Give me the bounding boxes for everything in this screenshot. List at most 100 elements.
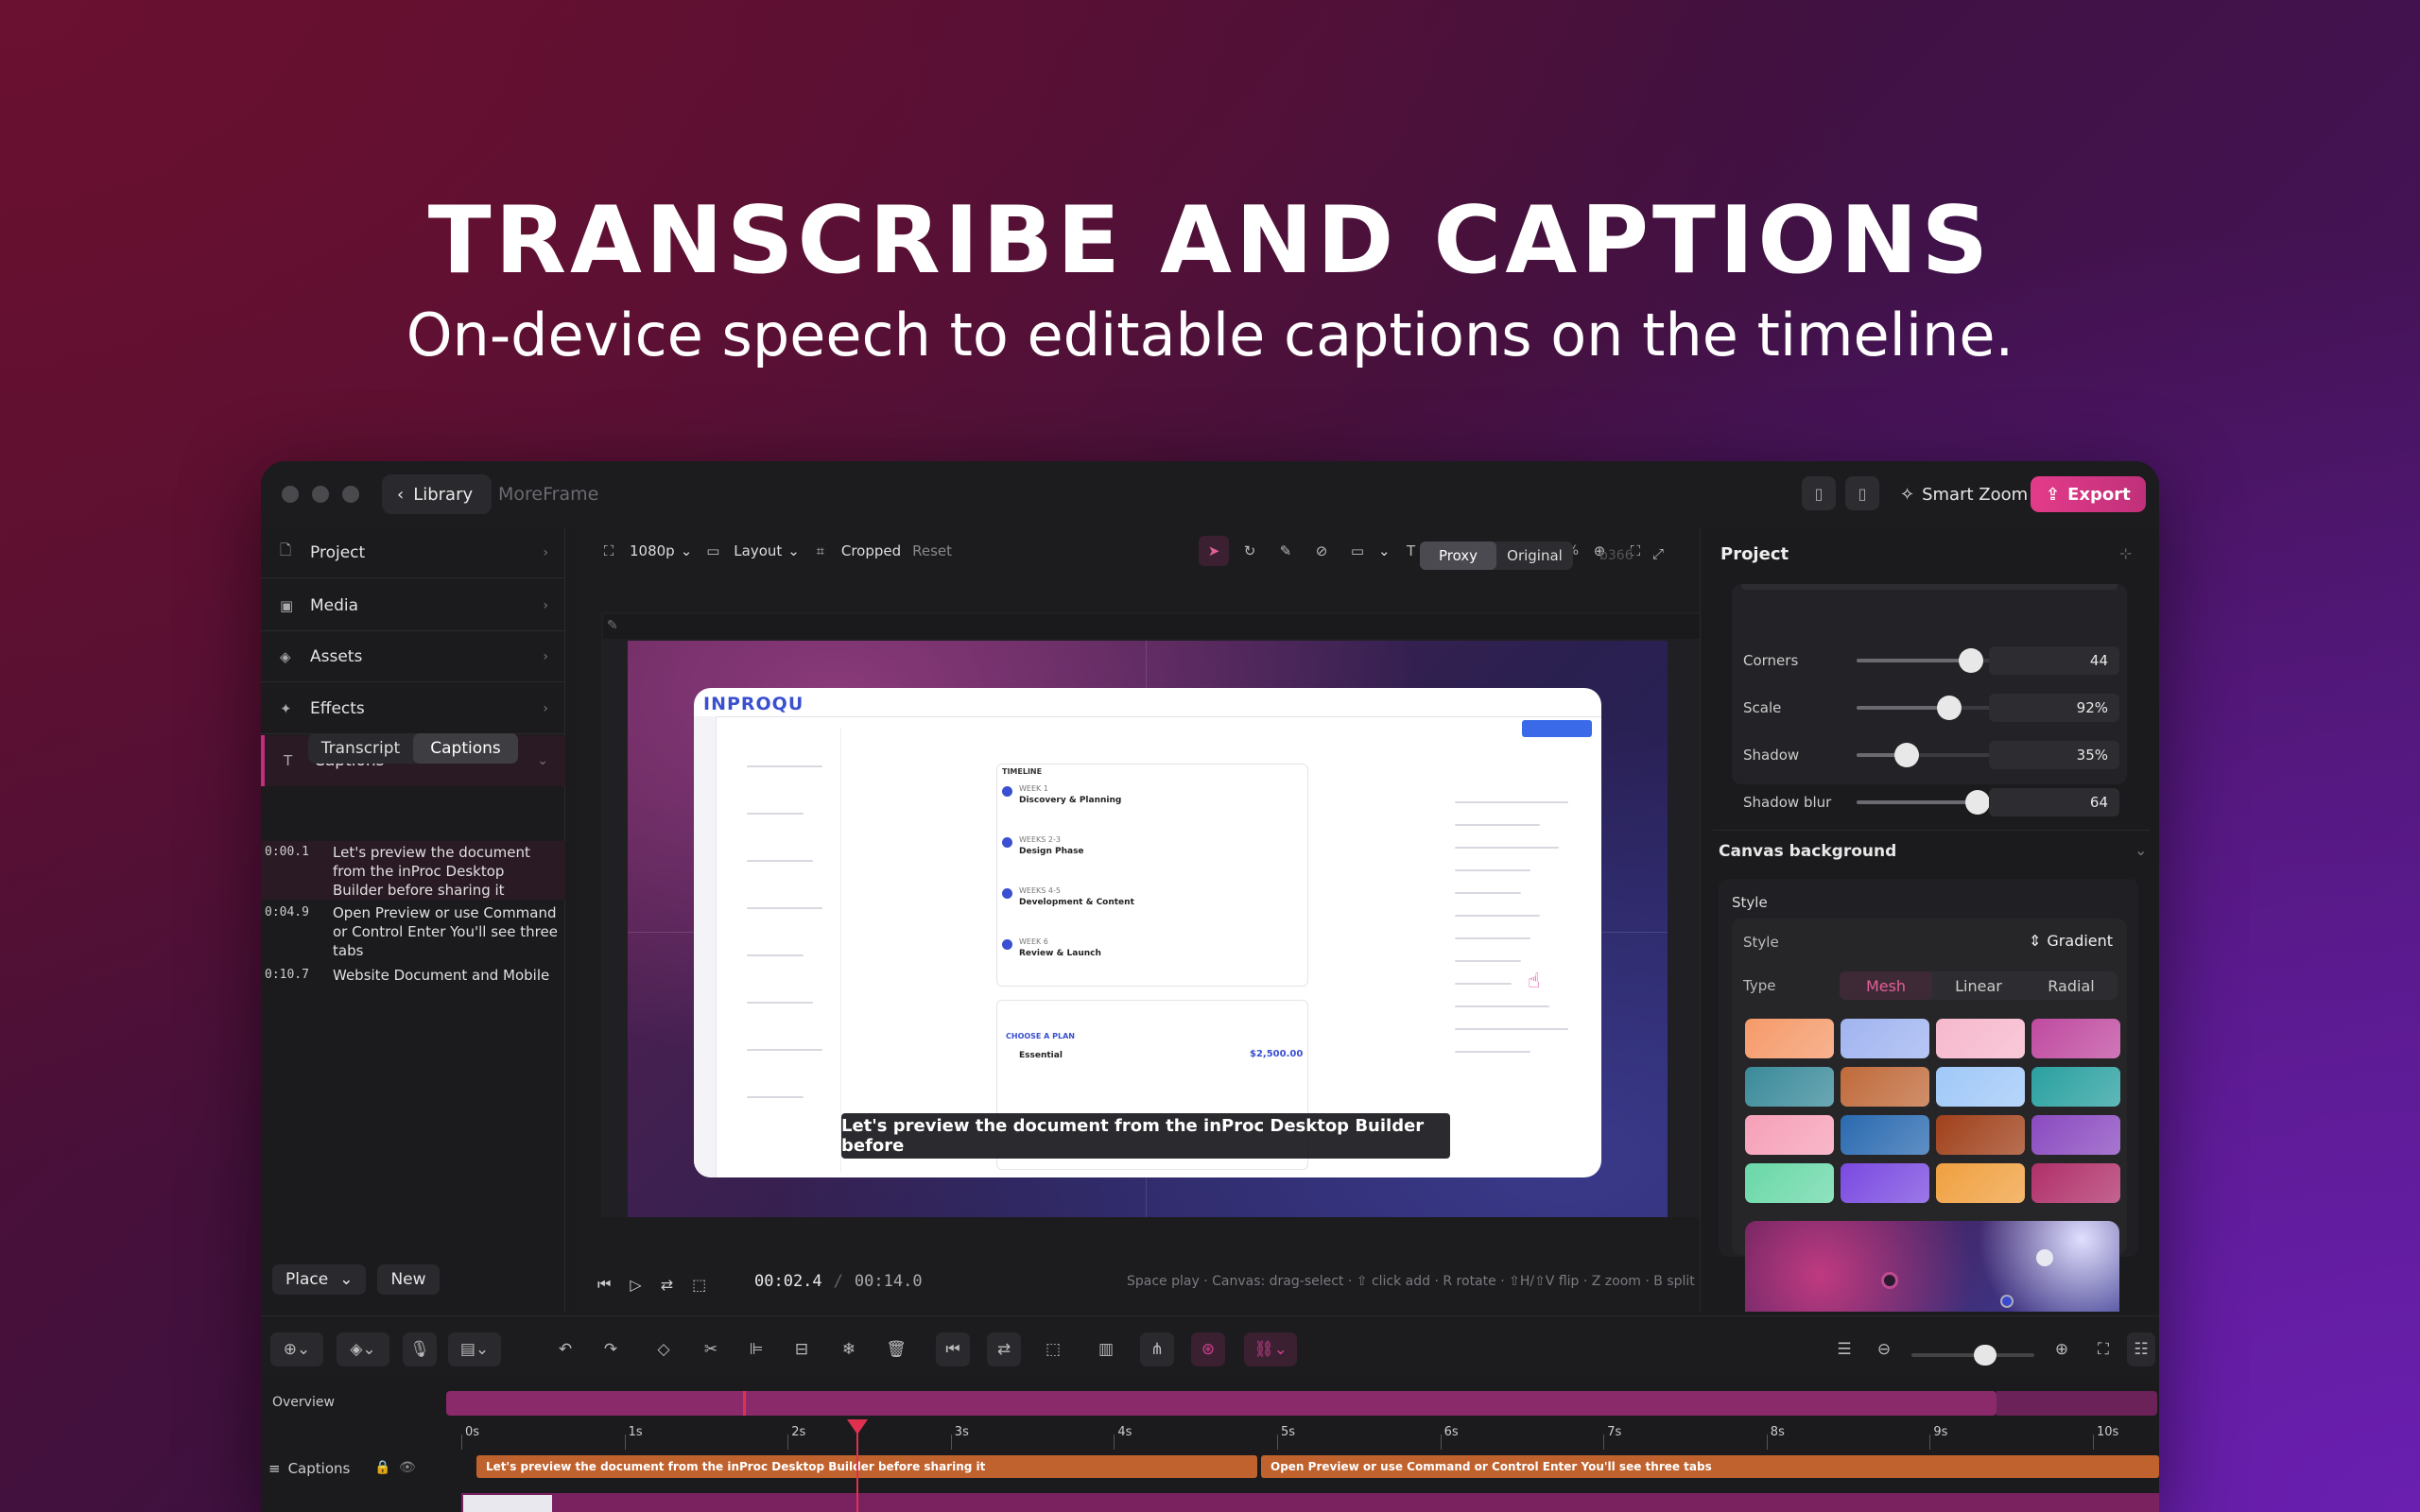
- pin-icon[interactable]: ✎: [607, 618, 618, 633]
- place-dropdown[interactable]: Place ⌄: [272, 1264, 367, 1295]
- stack-icon[interactable]: ⊟: [786, 1332, 817, 1366]
- slider-value[interactable]: 64: [1989, 788, 2119, 816]
- nav-item-project[interactable]: 🗋 Project ›: [261, 527, 565, 578]
- slider-value[interactable]: 35%: [1989, 741, 2119, 769]
- drag-handle-icon[interactable]: ≡: [268, 1460, 281, 1477]
- proxy-option[interactable]: Proxy: [1420, 541, 1496, 570]
- gradient-swatch[interactable]: [1936, 1067, 2025, 1107]
- slider-value[interactable]: 92%: [1989, 694, 2119, 722]
- slider-knob[interactable]: [1958, 648, 1983, 673]
- slider-knob[interactable]: [1964, 790, 1990, 815]
- hide-icon[interactable]: ⊘: [1306, 536, 1337, 566]
- expand-icon[interactable]: ⊹: [2119, 544, 2132, 562]
- crop-button[interactable]: Cropped: [841, 542, 901, 559]
- layers-menu-icon[interactable]: ◈⌄: [337, 1332, 389, 1366]
- loop-region-icon[interactable]: ⇄: [987, 1332, 1021, 1366]
- nav-item-assets[interactable]: ◈ Assets ›: [261, 631, 565, 682]
- style-select[interactable]: ⇕ Gradient: [2029, 932, 2113, 950]
- skip-back-icon[interactable]: ⏮: [597, 1275, 611, 1294]
- timeline-zoom-in-icon[interactable]: ⊕: [2048, 1332, 2076, 1366]
- timeline-zoom-slider[interactable]: [1911, 1345, 2034, 1366]
- slider-knob[interactable]: [1936, 696, 1962, 720]
- gradient-swatch[interactable]: [2031, 1115, 2120, 1155]
- timeline-zoom-knob[interactable]: [1974, 1345, 1996, 1366]
- caption-clip[interactable]: Open Preview or use Command or Control E…: [1261, 1455, 2159, 1478]
- right-sidebar-toggle-icon[interactable]: ▯: [1845, 476, 1879, 510]
- type-linear[interactable]: Linear: [1932, 971, 2025, 1000]
- mesh-point[interactable]: [2000, 1295, 2014, 1308]
- screen-recording[interactable]: INPROQU TIMELINE WEEK 1 Discovery & Plan…: [694, 688, 1601, 1177]
- caption-row[interactable]: 0:00.1 Let's preview the document from t…: [261, 841, 565, 900]
- tab-transcript[interactable]: Transcript: [308, 733, 413, 764]
- snap-icon[interactable]: ⋔: [1140, 1332, 1174, 1366]
- slider-track[interactable]: [1857, 743, 1991, 767]
- tab-captions[interactable]: Captions: [413, 733, 518, 764]
- undo-icon[interactable]: ↶: [550, 1332, 580, 1366]
- export-button[interactable]: ⇪ Export: [2031, 476, 2146, 512]
- gradient-swatch[interactable]: [1745, 1067, 1834, 1107]
- playhead-handle[interactable]: [847, 1419, 868, 1435]
- pen-icon[interactable]: ✎: [1270, 536, 1301, 566]
- gradient-swatch[interactable]: [1841, 1019, 1929, 1058]
- chevron-down-icon[interactable]: ⌄: [2135, 841, 2147, 859]
- reset-button[interactable]: Reset: [912, 542, 952, 559]
- gradient-swatch[interactable]: [1936, 1163, 2025, 1203]
- type-radial[interactable]: Radial: [2025, 971, 2118, 1000]
- align-icon[interactable]: ⊫: [741, 1332, 771, 1366]
- gradient-swatch[interactable]: [1745, 1115, 1834, 1155]
- canvas-background-heading[interactable]: Canvas background: [1719, 842, 1896, 861]
- settings-sliders-icon[interactable]: ☰: [1830, 1332, 1858, 1366]
- close-traffic-light[interactable]: [282, 486, 299, 503]
- library-button[interactable]: ‹ Library: [382, 474, 493, 514]
- select-arrow-icon[interactable]: ➤: [1199, 536, 1229, 566]
- resolution-select[interactable]: 1080p: [630, 542, 675, 559]
- marquee-icon[interactable]: ⬚: [692, 1276, 706, 1294]
- timeline-zoom-icon[interactable]: ⊕⌄: [270, 1332, 323, 1366]
- list-view-icon[interactable]: ☷: [2127, 1332, 2155, 1366]
- gradient-swatch[interactable]: [1745, 1019, 1834, 1058]
- type-mesh[interactable]: Mesh: [1840, 971, 1932, 1000]
- mesh-point[interactable]: [1881, 1272, 1898, 1289]
- freeze-icon[interactable]: ❄: [834, 1332, 864, 1366]
- scissors-icon[interactable]: ✂: [696, 1332, 726, 1366]
- redo-icon[interactable]: ↷: [596, 1332, 626, 1366]
- fullscreen-icon[interactable]: ⤢: [1643, 539, 1673, 569]
- loop-icon[interactable]: ⇄: [661, 1276, 673, 1294]
- slider-knob[interactable]: [1893, 743, 1919, 767]
- left-sidebar-toggle-icon[interactable]: ▯: [1802, 476, 1836, 510]
- layout-select[interactable]: Layout: [734, 542, 782, 559]
- video-clip[interactable]: [461, 1493, 2159, 1512]
- split-view-icon[interactable]: ▥: [1091, 1332, 1121, 1366]
- mesh-point[interactable]: [2036, 1249, 2053, 1266]
- caption-overlay[interactable]: Let's preview the document from the inPr…: [841, 1113, 1450, 1159]
- fit-timeline-icon[interactable]: ⛶: [2089, 1332, 2118, 1366]
- rotate-icon[interactable]: ↻: [1235, 536, 1265, 566]
- slider-track[interactable]: [1857, 790, 1991, 815]
- slider-track[interactable]: [1857, 648, 1991, 673]
- slider-track[interactable]: [1857, 696, 1991, 720]
- timeline-ruler[interactable]: [261, 1416, 2159, 1452]
- gradient-swatch[interactable]: [1841, 1067, 1929, 1107]
- bookmark-menu-icon[interactable]: ▤⌄: [448, 1332, 501, 1366]
- original-option[interactable]: Original: [1496, 541, 1573, 570]
- caption-row[interactable]: 0:10.7 Website Document and Mobile: [261, 966, 565, 985]
- playhead[interactable]: [856, 1425, 858, 1512]
- gradient-swatch[interactable]: [2031, 1067, 2120, 1107]
- gradient-swatch[interactable]: [1841, 1163, 1929, 1203]
- gradient-swatch[interactable]: [1936, 1115, 2025, 1155]
- smart-zoom-button[interactable]: ✧ Smart Zoom: [1900, 476, 2028, 512]
- overview-bar[interactable]: [446, 1391, 1996, 1416]
- new-caption-button[interactable]: New: [377, 1264, 440, 1295]
- gradient-swatch[interactable]: [1841, 1115, 1929, 1155]
- magnet-icon[interactable]: ⊛: [1191, 1332, 1225, 1366]
- link-menu-icon[interactable]: ⛓⌄: [1244, 1332, 1297, 1366]
- caption-row[interactable]: 0:04.9 Open Preview or use Command or Co…: [261, 903, 565, 960]
- caption-clip[interactable]: Let's preview the document from the inPr…: [476, 1455, 1257, 1478]
- mesh-preview[interactable]: [1745, 1221, 2119, 1312]
- keyframe-icon[interactable]: ◇: [648, 1332, 679, 1366]
- lock-icon[interactable]: 🔒: [374, 1460, 390, 1475]
- gradient-swatch[interactable]: [1745, 1163, 1834, 1203]
- trash-icon[interactable]: 🗑: [881, 1332, 911, 1366]
- slider-value[interactable]: 44: [1989, 646, 2119, 675]
- zoom-traffic-light[interactable]: [342, 486, 359, 503]
